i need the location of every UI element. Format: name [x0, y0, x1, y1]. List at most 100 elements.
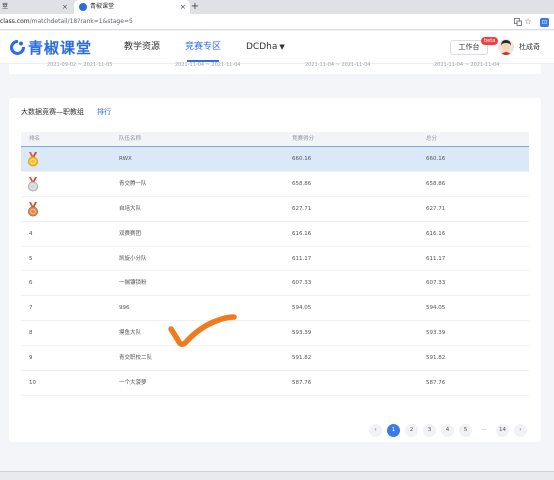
- table-row[interactable]: 自培大队 627.71 627.71: [21, 197, 529, 222]
- team-name-cell: RWX: [119, 156, 132, 162]
- total-cell: 658.86: [426, 180, 446, 187]
- date-range: 2021-11-04 ~ 2021-11-04: [434, 62, 500, 68]
- team-name-cell: 996: [119, 305, 130, 312]
- rank-cell: 6: [29, 280, 33, 287]
- table-body: RWX 660.16 660.16 青交腾一队 658.86 658.86 自培大队 627.…: [21, 147, 529, 396]
- rank-cell: 5: [29, 255, 33, 262]
- browser-tab-1[interactable]: 莖 ×: [0, 0, 74, 14]
- hand-drawn-checkmark-icon: [168, 314, 237, 347]
- browser-tab-2[interactable]: 青椒课堂 ×: [74, 0, 190, 14]
- leaderboard-title: 大数据竞赛—职教组: [21, 108, 84, 116]
- table-row[interactable]: 青交腾一队 658.86 658.86: [21, 172, 529, 197]
- team-name-cell: 一揣镰锁粉: [119, 280, 147, 287]
- team-name-cell: 自培大队: [119, 205, 142, 212]
- favicon-icon: [79, 3, 87, 11]
- prev-page-button[interactable]: ‹: [369, 424, 382, 437]
- table-row[interactable]: 4 双赛赛团 616.16 616.16: [21, 222, 529, 247]
- score-cell: 616.16: [292, 230, 312, 237]
- username[interactable]: 杜成奇: [519, 43, 540, 52]
- nav-teaching-resources[interactable]: 教学资源: [124, 41, 160, 53]
- header-score: 竞赛得分: [292, 136, 315, 142]
- close-icon[interactable]: ×: [180, 0, 186, 14]
- team-name-cell: 凯旋小分队: [119, 255, 147, 262]
- gold-medal-icon: [28, 152, 38, 167]
- avatar[interactable]: [498, 39, 514, 55]
- new-tab-button[interactable]: +: [190, 0, 200, 14]
- close-icon[interactable]: ×: [62, 0, 68, 14]
- score-cell: 587.76: [292, 380, 312, 387]
- rank-cell: 4: [29, 230, 33, 237]
- page-ellipsis[interactable]: ···: [477, 427, 491, 434]
- score-cell: 660.16: [292, 156, 312, 162]
- table-row[interactable]: 7 996 594.05 594.05: [21, 296, 529, 322]
- next-page-button[interactable]: ›: [514, 424, 527, 437]
- address-bar[interactable]: class.com/matchdetail/18?rank=1&stage=5 …: [0, 14, 554, 30]
- leaderboard-card: 大数据竞赛—职教组 排行 排名 队伍名称 竞赛得分 总分 RWX 660.16 66…: [9, 98, 541, 442]
- total-cell: 660.16: [426, 156, 446, 162]
- table-row[interactable]: 5 凯旋小分队 611.17 611.17: [21, 247, 529, 272]
- leaderboard-table: 排名 队伍名称 竞赛得分 总分 RWX 660.16 660.16 青交腾一队 658.…: [21, 132, 529, 396]
- beta-badge: beta: [481, 37, 499, 45]
- total-cell: 593.39: [426, 330, 446, 337]
- date-range: 2021-11-04 ~ 2021-11-04: [175, 62, 241, 68]
- logo-text: 青椒课堂: [28, 39, 93, 57]
- score-cell: 658.86: [292, 180, 312, 187]
- table-row[interactable]: 9 青交职校二队 591.82 591.82: [21, 346, 529, 372]
- score-cell: 627.71: [292, 205, 312, 212]
- url-host: class.com: [0, 18, 30, 25]
- nav-competition-zone[interactable]: 竞赛专区: [185, 41, 221, 53]
- total-cell: 616.16: [426, 230, 446, 237]
- page-button-4[interactable]: 4: [441, 424, 454, 437]
- logo-icon: [10, 40, 25, 55]
- table-row[interactable]: 8 摸鱼大队 593.39 593.39: [21, 321, 529, 347]
- page-button-1[interactable]: 1: [387, 424, 400, 437]
- score-cell: 607.33: [292, 280, 312, 287]
- table-row[interactable]: 10 一个大菠萝 587.76 587.76: [21, 371, 529, 396]
- pagination: ‹ 1 2 3 4 5 ··· 14 ›: [369, 424, 532, 437]
- site-logo[interactable]: 青椒课堂: [10, 39, 93, 57]
- total-cell: 611.17: [426, 255, 446, 262]
- date-range: 2021-09-02 ~ 2021-11-05: [47, 62, 113, 68]
- header-team: 队伍名称: [119, 136, 142, 142]
- browser-tab-bar: 莖 × 青椒课堂 × +: [0, 0, 554, 14]
- table-row[interactable]: RWX 660.16 660.16: [21, 147, 529, 172]
- table-header: 排名 队伍名称 竞赛得分 总分: [21, 132, 529, 147]
- page-button-2[interactable]: 2: [405, 424, 418, 437]
- rank-cell: 9: [29, 355, 33, 362]
- bookmark-star-icon[interactable]: ☆: [524, 18, 532, 26]
- team-name-cell: 摸鱼大队: [119, 330, 142, 337]
- page-button-5[interactable]: 5: [459, 424, 472, 437]
- score-cell: 591.82: [292, 355, 312, 362]
- translate-icon[interactable]: [514, 18, 522, 26]
- total-cell: 587.76: [426, 380, 446, 387]
- rank-cell: 10: [29, 380, 36, 387]
- nav-dcdha-dropdown[interactable]: DCDha ▼: [246, 41, 285, 53]
- nav-dcdha-label: DCDha: [246, 42, 278, 52]
- score-cell: 594.05: [292, 305, 312, 312]
- page-button-3[interactable]: 3: [423, 424, 436, 437]
- page-button-last[interactable]: 14: [496, 424, 509, 437]
- score-cell: 593.39: [292, 330, 312, 337]
- rank-cell: 8: [29, 330, 33, 337]
- table-row[interactable]: 6 一揣镰锁粉 607.33 607.33: [21, 271, 529, 297]
- url-path: /matchdetail/18?rank=1&stage=5: [29, 18, 133, 25]
- caret-down-icon: ▼: [279, 43, 285, 51]
- team-name-cell: 一个大菠萝: [119, 380, 147, 387]
- team-name-cell: 青交职校二队: [119, 355, 153, 362]
- score-cell: 611.17: [292, 255, 312, 262]
- silver-medal-icon: [28, 176, 38, 192]
- previous-competition-card: 2021-09-02 ~ 2021-11-05 2021-11-04 ~ 202…: [9, 62, 541, 74]
- rank-cell: 7: [29, 305, 33, 312]
- url-text[interactable]: class.com/matchdetail/18?rank=1&stage=5: [0, 14, 133, 30]
- extension-icon[interactable]: ⊡: [540, 18, 549, 27]
- site-header: 青椒课堂 教学资源 竞赛专区 DCDha ▼ 工作台 beta 杜成奇: [0, 31, 554, 64]
- header-total: 总分: [426, 136, 438, 142]
- date-range: 2021-11-04 ~ 2021-11-04: [305, 62, 371, 68]
- window-bottom-edge: [0, 471, 554, 480]
- ranking-tab[interactable]: 排行: [97, 107, 111, 117]
- total-cell: 594.05: [426, 305, 446, 312]
- bronze-medal-icon: [28, 201, 38, 217]
- team-name-cell: 双赛赛团: [119, 230, 142, 237]
- header-rank: 排名: [29, 136, 41, 142]
- browser-tab-1-label: 莖: [2, 3, 9, 10]
